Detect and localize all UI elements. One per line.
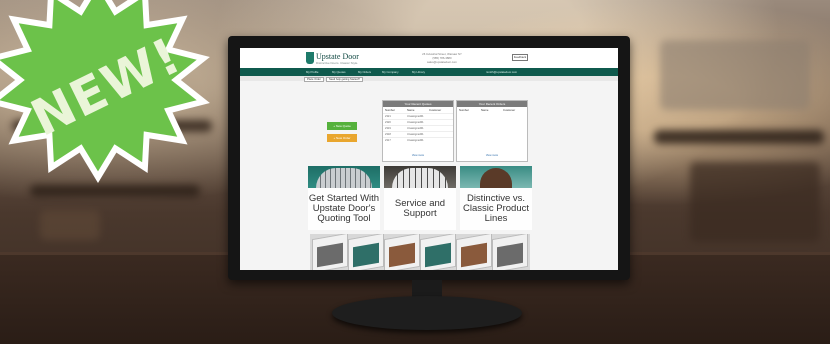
tile-label: Service and Support: [394, 198, 446, 219]
brochure-collage-image: [310, 234, 530, 270]
tile-label: Distinctive vs. Classic Product Lines: [463, 193, 529, 224]
nav-item-profile[interactable]: My Profile: [306, 70, 318, 74]
recent-quotes-view-more-link[interactable]: View more: [383, 154, 453, 157]
help-getting-started-button[interactable]: Need help getting Started?: [326, 77, 363, 82]
nav-item-library[interactable]: My Library: [412, 70, 425, 74]
monitor-screen: Upstate Door Distinctive Doors. Classic …: [240, 48, 618, 270]
tile-label: Get Started With Upstate Door's Quoting …: [308, 193, 380, 224]
nav-item-orders[interactable]: My Orders: [358, 70, 371, 74]
site-logo[interactable]: Upstate Door: [316, 52, 359, 61]
main-nav: My Profile My Quotes My Orders My Compan…: [240, 68, 618, 76]
tile-product-lines[interactable]: Distinctive vs. Classic Product Lines: [460, 166, 532, 230]
nav-item-quotes[interactable]: My Quotes: [332, 70, 346, 74]
monitor-stand: [332, 296, 522, 330]
tile-quoting-tool[interactable]: Get Started With Upstate Door's Quoting …: [308, 166, 380, 230]
door-image: [316, 168, 372, 188]
recent-orders-view-more-link[interactable]: View more: [457, 154, 527, 157]
table-row[interactable]: 2317 Unassigned01: [383, 137, 453, 143]
recent-quotes-panel: Your Recent Quotes Number Name Customer …: [382, 100, 454, 162]
feedback-button[interactable]: Feedback: [512, 54, 528, 61]
door-image: [392, 168, 448, 188]
upstate-door-logo-icon: [306, 52, 314, 64]
place-order-button[interactable]: Place Order: [304, 77, 324, 82]
recent-orders-panel: Your Recent Orders Number Name Customer …: [456, 100, 528, 162]
new-quote-button[interactable]: + New Quote: [327, 122, 357, 130]
nav-item-company[interactable]: My Company: [382, 70, 398, 74]
tile-service-support[interactable]: Service and Support: [384, 166, 456, 230]
sub-toolbar: [240, 76, 618, 81]
site-header: Upstate Door Distinctive Doors. Classic …: [240, 48, 618, 68]
site-logo-tagline: Distinctive Doors. Classic Style.: [316, 61, 359, 65]
contact-info: 26 Industrial Street, Warsaw NY (585) 78…: [422, 52, 462, 64]
new-order-button[interactable]: + New Order: [327, 134, 357, 142]
monitor: Upstate Door Distinctive Doors. Classic …: [228, 36, 630, 280]
user-account-menu[interactable]: rsmith@upstatedoor.com: [486, 70, 517, 74]
recent-orders-header: Number Name Customer: [459, 108, 516, 112]
